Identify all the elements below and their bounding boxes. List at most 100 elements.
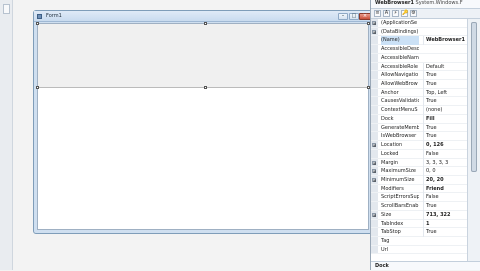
row-gutter: [371, 36, 378, 45]
property-row[interactable]: ⊞ Margin 3, 3, 3, 3: [371, 158, 467, 168]
resize-grip-bottom-left[interactable]: [36, 86, 39, 89]
property-value[interactable]: True: [423, 80, 467, 89]
property-row[interactable]: ⊞ Location 0, 126: [371, 141, 467, 150]
row-gutter: [371, 97, 378, 106]
property-value[interactable]: 0, 126: [423, 141, 467, 150]
property-row[interactable]: Tag: [371, 236, 467, 246]
expand-icon[interactable]: ⊞: [372, 169, 376, 174]
property-value[interactable]: 1: [423, 219, 467, 229]
property-name: AccessibleRole: [381, 63, 418, 70]
property-value[interactable]: WebBrowser1: [423, 36, 467, 46]
expand-icon[interactable]: ⊞: [372, 21, 376, 26]
property-row[interactable]: Locked False: [371, 149, 467, 159]
resize-grip-top-left[interactable]: [36, 22, 39, 25]
resize-grip-top[interactable]: [204, 22, 207, 25]
property-row[interactable]: TabStop True: [371, 228, 467, 237]
property-name: Size: [381, 211, 392, 218]
properties-object-selector[interactable]: WebBrowser1 System.Windows.F: [371, 0, 480, 9]
property-value[interactable]: 20, 20: [423, 175, 467, 185]
maximize-button[interactable]: □: [349, 13, 359, 20]
property-row[interactable]: GenerateMemb True: [371, 123, 467, 133]
property-row[interactable]: Url: [371, 245, 467, 255]
property-name: Modifiers: [381, 185, 404, 192]
row-gutter: [371, 219, 378, 228]
properties-toolbar: ≡ A ⚡ 🔑 ⚙: [371, 9, 480, 19]
property-row[interactable]: ⊞ Size 713, 322: [371, 210, 467, 220]
property-row[interactable]: ⊞ (DataBindings): [371, 27, 467, 37]
property-value[interactable]: 3, 3, 3, 3: [423, 158, 467, 168]
property-value[interactable]: 713, 322: [423, 210, 467, 220]
property-value[interactable]: 0, 0: [423, 167, 467, 176]
scroll-thumb[interactable]: [471, 22, 477, 172]
property-row[interactable]: TabIndex 1: [371, 219, 467, 229]
property-value[interactable]: True: [423, 97, 467, 107]
property-pages-icon[interactable]: 🔑: [401, 10, 408, 17]
row-gutter: [371, 45, 378, 53]
property-row[interactable]: AllowWebBrow True: [371, 80, 467, 89]
ide-left-strip: [0, 0, 13, 270]
property-name: AllowNavigatio: [381, 72, 419, 79]
property-value[interactable]: Fill: [423, 114, 467, 124]
property-name: AccessibleNam: [381, 54, 419, 61]
property-row[interactable]: AccessibleDesc: [371, 45, 467, 54]
property-name: Url: [381, 246, 389, 253]
settings-icon[interactable]: ⚙: [410, 10, 417, 17]
property-row[interactable]: (Name) WebBrowser1: [371, 36, 467, 46]
property-value[interactable]: True: [423, 202, 467, 211]
minimize-button[interactable]: –: [338, 13, 348, 20]
row-gutter: [371, 53, 378, 62]
property-row[interactable]: CausesValidatio True: [371, 97, 467, 107]
property-value[interactable]: True: [423, 71, 467, 81]
row-gutter: [371, 236, 378, 245]
property-name: (Name): [381, 36, 419, 46]
property-name: GenerateMemb: [381, 124, 419, 131]
form-window[interactable]: Form1 – □ ×: [33, 10, 373, 234]
expand-icon[interactable]: ⊞: [372, 212, 376, 217]
property-value[interactable]: True: [423, 132, 467, 142]
property-row[interactable]: Modifiers Friend: [371, 184, 467, 194]
expand-icon[interactable]: ⊞: [372, 160, 376, 165]
resize-grip-bottom[interactable]: [204, 86, 207, 89]
property-row[interactable]: ScrollBarsEnab True: [371, 202, 467, 211]
property-row[interactable]: AllowNavigatio True: [371, 71, 467, 81]
form-app-icon: [37, 14, 42, 19]
expand-icon[interactable]: ⊞: [372, 29, 376, 34]
property-row[interactable]: ScriptErrorsSup False: [371, 193, 467, 203]
property-value[interactable]: True: [423, 123, 467, 133]
property-row[interactable]: IsWebBrowser True: [371, 132, 467, 142]
property-row[interactable]: AccessibleNam: [371, 53, 467, 63]
property-name: Tag: [381, 237, 390, 244]
toolbox-tab[interactable]: [3, 4, 10, 14]
property-name: Location: [381, 142, 403, 149]
property-value[interactable]: False: [423, 149, 467, 159]
row-gutter: [371, 114, 378, 123]
property-row[interactable]: ContextMenuS (none): [371, 106, 467, 115]
property-value[interactable]: True: [423, 228, 467, 237]
alphabetical-icon[interactable]: A: [383, 10, 390, 17]
property-row[interactable]: ⊞ (ApplicationSe: [371, 19, 467, 28]
property-name: (DataBindings): [381, 28, 419, 35]
property-value[interactable]: Friend: [423, 184, 467, 194]
property-row[interactable]: Dock Fill: [371, 114, 467, 124]
property-row[interactable]: Anchor Top, Left: [371, 88, 467, 98]
property-row[interactable]: AccessibleRole Default: [371, 62, 467, 72]
property-name: (ApplicationSe: [381, 20, 418, 26]
property-name: TabIndex: [381, 220, 404, 227]
property-grid: ⊞ (ApplicationSe ⊞ (DataBindings) (Name) WebB…: [371, 19, 467, 261]
property-name: ScrollBarsEnab: [381, 203, 419, 210]
row-gutter: [371, 88, 378, 97]
webbrowser-control[interactable]: [36, 22, 370, 89]
properties-panel: WebBrowser1 System.Windows.F ≡ A ⚡ 🔑 ⚙ ⊞…: [370, 0, 480, 270]
expand-icon[interactable]: ⊞: [372, 143, 376, 148]
property-value[interactable]: False: [423, 193, 467, 203]
events-icon[interactable]: ⚡: [392, 10, 399, 17]
expand-icon[interactable]: ⊞: [372, 177, 376, 182]
property-value[interactable]: Default: [423, 62, 467, 72]
categorized-icon[interactable]: ≡: [374, 10, 381, 17]
property-row[interactable]: ⊞ MinimumSize 20, 20: [371, 175, 467, 185]
properties-scrollbar[interactable]: [467, 19, 480, 261]
property-value[interactable]: (none): [423, 106, 467, 115]
property-row[interactable]: ⊞ MaximumSize 0, 0: [371, 167, 467, 176]
property-name: AllowWebBrow: [381, 81, 418, 88]
property-value[interactable]: Top, Left: [423, 88, 467, 98]
